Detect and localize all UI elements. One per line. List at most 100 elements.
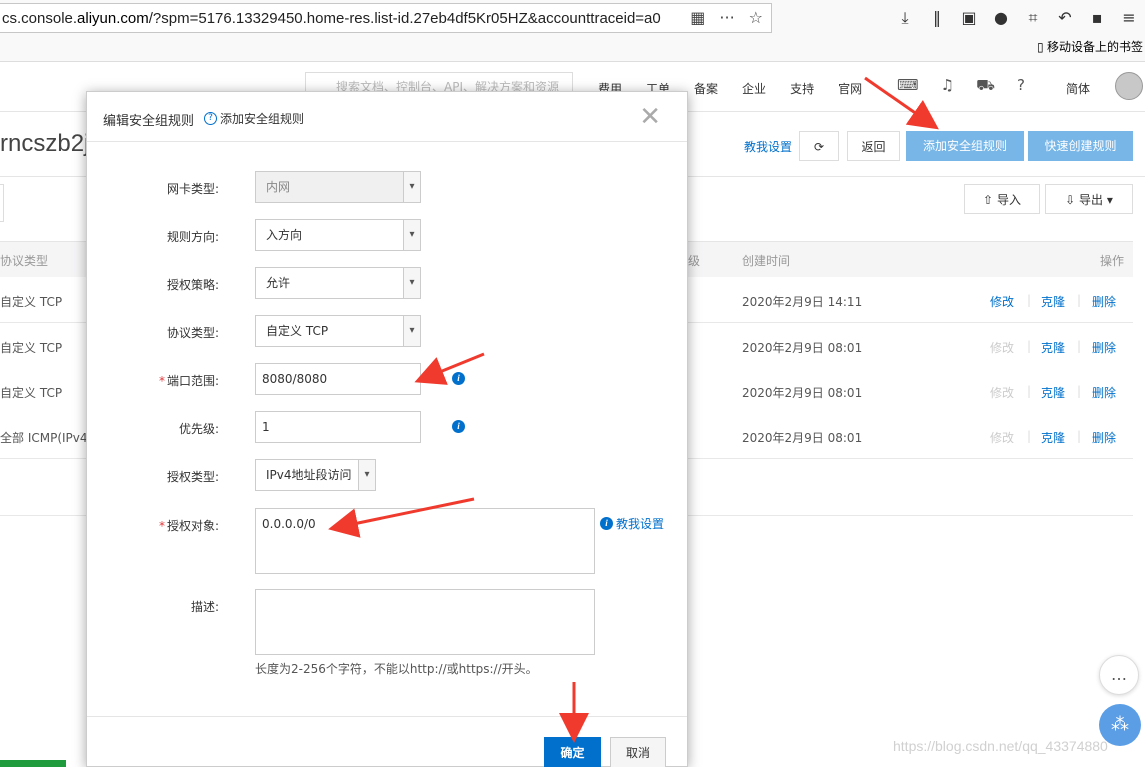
edit-link[interactable]: 修改 [990, 293, 1014, 310]
nav-item[interactable]: 官网 [838, 80, 862, 97]
cell-protocol: 自定义 TCP [0, 386, 63, 400]
import-button[interactable]: ⇧ 导入 [964, 184, 1040, 214]
cell-protocol: 自定义 TCP [0, 341, 63, 355]
dialog-title: 编辑安全组规则 [103, 114, 195, 129]
download-icon[interactable]: ⤓ [895, 8, 915, 28]
chevron-down-icon: ▾ [403, 268, 420, 298]
browser-toolbar: cs.console.aliyun.com/?spm=5176.13329450… [0, 0, 1145, 62]
cart-icon[interactable]: ⛟ [976, 76, 995, 96]
direction-label: 规则方向: [166, 230, 219, 244]
refresh-button[interactable]: ⟳ [799, 131, 839, 161]
th-actions: 操作 [1100, 254, 1125, 268]
priority-label: 优先级: [178, 422, 219, 436]
clone-link[interactable]: 克隆 [1041, 384, 1065, 401]
cell-created: 2020年2月9日 08:01 [742, 431, 863, 445]
cell-protocol: 自定义 TCP [0, 295, 63, 309]
direction-select[interactable]: 入方向 ▾ [255, 219, 421, 251]
cell-created: 2020年2月9日 08:01 [742, 386, 863, 400]
chevron-down-icon: ▾ [403, 316, 420, 346]
desc-label: 描述: [190, 600, 219, 614]
close-icon[interactable]: ✕ [639, 102, 661, 132]
mobile-bookmarks[interactable]: ▯ 移动设备上的书签 [1037, 38, 1143, 55]
cancel-button[interactable]: 取消 [610, 737, 666, 767]
priority-input[interactable]: 1 [255, 411, 421, 443]
description-hint: 长度为2-256个字符，不能以http://或https://开头。 [255, 662, 538, 676]
screenshot-icon[interactable]: ⌗ [1023, 8, 1043, 28]
port-range-input[interactable]: 8080/8080 [255, 363, 421, 395]
extensions-icon[interactable]: ▪ [1087, 8, 1107, 28]
url-text[interactable]: cs.console.aliyun.com/?spm=5176.13329450… [0, 10, 672, 27]
delete-link[interactable]: 删除 [1092, 384, 1116, 401]
sidebar-icon[interactable]: ▣ [959, 8, 979, 28]
auth-object-label: * 授权对象: [158, 519, 219, 533]
cell-created: 2020年2月9日 08:01 [742, 341, 863, 355]
th-protocol: 协议类型 [0, 254, 49, 268]
download-icon: ⇩ [1065, 193, 1076, 207]
th-created: 创建时间 [742, 254, 791, 268]
watermark: https://blog.csdn.net/qq_43374880 [893, 738, 1108, 754]
help-icon: ? [204, 112, 217, 125]
chevron-down-icon: ▾ [358, 460, 375, 490]
info-icon: i [600, 517, 613, 530]
upload-icon: ⇧ [983, 193, 994, 207]
undo-icon[interactable]: ↶ [1055, 8, 1075, 28]
auth-type-select[interactable]: IPv4地址段访问 ▾ [255, 459, 376, 491]
clone-link[interactable]: 克隆 [1041, 339, 1065, 356]
policy-select[interactable]: 允许 ▾ [255, 267, 421, 299]
th-priority: 级 [688, 254, 701, 268]
delete-link[interactable]: 删除 [1092, 429, 1116, 446]
cell-created: 2020年2月9日 14:11 [742, 295, 863, 309]
policy-label: 授权策略: [166, 278, 219, 292]
language-switch[interactable]: 简体 [1066, 80, 1090, 97]
refresh-icon: ⟳ [813, 140, 825, 154]
chat-icon[interactable]: … [1099, 655, 1139, 695]
nic-type-select: 内网 ▾ [255, 171, 421, 203]
export-button[interactable]: ⇩ 导出 ▾ [1045, 184, 1133, 214]
delete-link[interactable]: 删除 [1092, 293, 1116, 310]
description-textarea[interactable] [255, 589, 595, 655]
bookmark-star-icon[interactable]: ☆ [749, 8, 763, 27]
back-button[interactable]: 返回 [847, 131, 900, 161]
info-icon[interactable]: i [452, 372, 465, 385]
tab[interactable] [0, 184, 4, 222]
clone-link[interactable]: 克隆 [1041, 429, 1065, 446]
more-icon[interactable]: ··· [719, 8, 734, 27]
menu-icon[interactable]: ≡ [1119, 8, 1139, 28]
quick-create-rule-button[interactable]: 快速创建规则 [1028, 131, 1133, 161]
account-icon[interactable]: ● [991, 8, 1011, 28]
add-rule-help-link[interactable]: ? 添加安全组规则 [204, 110, 304, 127]
edit-link: 修改 [990, 386, 1015, 400]
dialog-header: 编辑安全组规则 ? 添加安全组规则 ✕ [87, 92, 687, 142]
bell-icon[interactable]: ♫ [941, 76, 954, 96]
qr-code-icon[interactable]: ▦ [690, 8, 705, 27]
cell-protocol: 全部 ICMP(IPv4) [0, 431, 93, 445]
edit-link: 修改 [990, 431, 1015, 445]
taskbar-item[interactable] [0, 760, 66, 767]
auth-type-label: 授权类型: [166, 470, 219, 484]
add-rule-button[interactable]: 添加安全组规则 [906, 131, 1024, 161]
chevron-down-icon: ▾ [403, 172, 420, 202]
delete-link[interactable]: 删除 [1092, 339, 1116, 356]
nav-item[interactable]: 备案 [694, 80, 718, 97]
teach-me-link[interactable]: i 教我设置 [600, 515, 664, 532]
library-icon[interactable]: ‖ [927, 8, 947, 28]
chevron-down-icon: ▾ [403, 220, 420, 250]
port-label: * 端口范围: [158, 374, 219, 388]
edit-link: 修改 [990, 341, 1015, 355]
nav-item[interactable]: 企业 [742, 80, 766, 97]
avatar[interactable] [1115, 72, 1143, 100]
auth-object-textarea[interactable]: 0.0.0.0/0 [255, 508, 595, 574]
help-icon[interactable]: ? [1017, 76, 1025, 96]
info-icon[interactable]: i [452, 420, 465, 433]
protocol-select[interactable]: 自定义 TCP ▾ [255, 315, 421, 347]
protocol-label: 协议类型: [166, 326, 219, 340]
edit-rule-dialog: 编辑安全组规则 ? 添加安全组规则 ✕ 网卡类型: 内网 ▾ 规则方向: 入方向 ▾… [86, 91, 688, 767]
confirm-button[interactable]: 确定 [544, 737, 601, 767]
divider [87, 716, 687, 717]
address-bar[interactable]: cs.console.aliyun.com/?spm=5176.13329450… [0, 3, 772, 33]
nic-label: 网卡类型: [166, 182, 219, 196]
clone-link[interactable]: 克隆 [1041, 293, 1065, 310]
terminal-icon[interactable]: ⌨ [897, 76, 919, 96]
nav-item[interactable]: 支持 [790, 80, 814, 97]
teach-me-link[interactable]: 教我设置 [744, 138, 792, 155]
